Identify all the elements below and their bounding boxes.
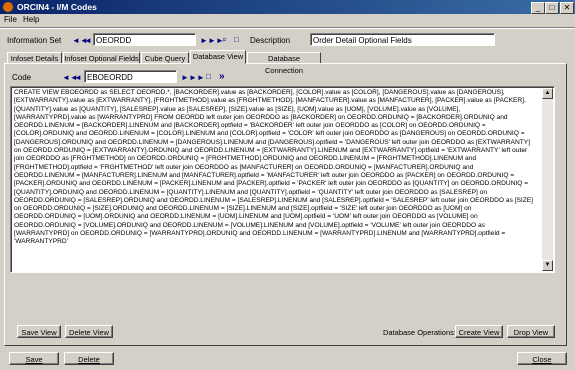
menu-bar xyxy=(0,14,575,26)
scroll-down-icon[interactable]: ▼ xyxy=(542,260,553,271)
minimize-button[interactable]: _ xyxy=(531,2,545,14)
delete-button[interactable]: Delete xyxy=(64,352,114,365)
tab-database-view[interactable]: Database View xyxy=(190,50,246,64)
code-new-icon[interactable]: □ xyxy=(206,72,211,81)
app-icon xyxy=(3,2,13,12)
vertical-scrollbar[interactable]: ▲ ▼ xyxy=(542,88,553,271)
code-input[interactable]: EBOEORDD xyxy=(84,70,177,83)
finder-icon[interactable]: » xyxy=(219,71,225,82)
menu-file[interactable]: File xyxy=(4,15,17,24)
description-input[interactable]: Order Detail Optional Fields xyxy=(310,33,495,46)
description-label: Description xyxy=(250,36,291,45)
save-button[interactable]: Save xyxy=(9,352,59,365)
code-last-icon[interactable]: ►► xyxy=(189,73,205,82)
close-window-button[interactable]: ✕ xyxy=(560,2,574,14)
prev-record-icon[interactable]: ◄ xyxy=(84,36,92,45)
close-button[interactable]: Close xyxy=(517,352,567,365)
next-record-icon[interactable]: ► xyxy=(200,36,208,45)
menu-help[interactable]: Help xyxy=(23,15,39,24)
sql-text: CREATE VIEW EBOEORDD as SELECT OEORDD.*,… xyxy=(14,89,535,246)
code-label: Code xyxy=(12,73,32,82)
infoset-label: Information Set xyxy=(7,36,62,45)
window-title: ORCIN4 - I/M Codes xyxy=(17,2,97,12)
database-operations-label: Database Operations: xyxy=(383,328,456,337)
scroll-up-icon[interactable]: ▲ xyxy=(542,88,553,99)
code-prev-icon[interactable]: ◄ xyxy=(74,73,82,82)
save-view-button[interactable]: Save View xyxy=(17,325,61,338)
code-next-icon[interactable]: ► xyxy=(181,73,189,82)
create-view-button[interactable]: Create View xyxy=(455,325,503,338)
delete-view-button[interactable]: Delete View xyxy=(65,325,113,338)
infoset-input[interactable]: OEORDD xyxy=(93,33,196,46)
sql-text-area[interactable]: CREATE VIEW EBOEORDD as SELECT OEORDD.*,… xyxy=(10,86,555,273)
maximize-button[interactable]: □ xyxy=(545,2,559,14)
new-icon[interactable]: □ xyxy=(234,35,239,44)
zoom-icon[interactable]: ⌕ xyxy=(222,34,227,45)
drop-view-button[interactable]: Drop View xyxy=(507,325,555,338)
divider xyxy=(0,27,575,29)
